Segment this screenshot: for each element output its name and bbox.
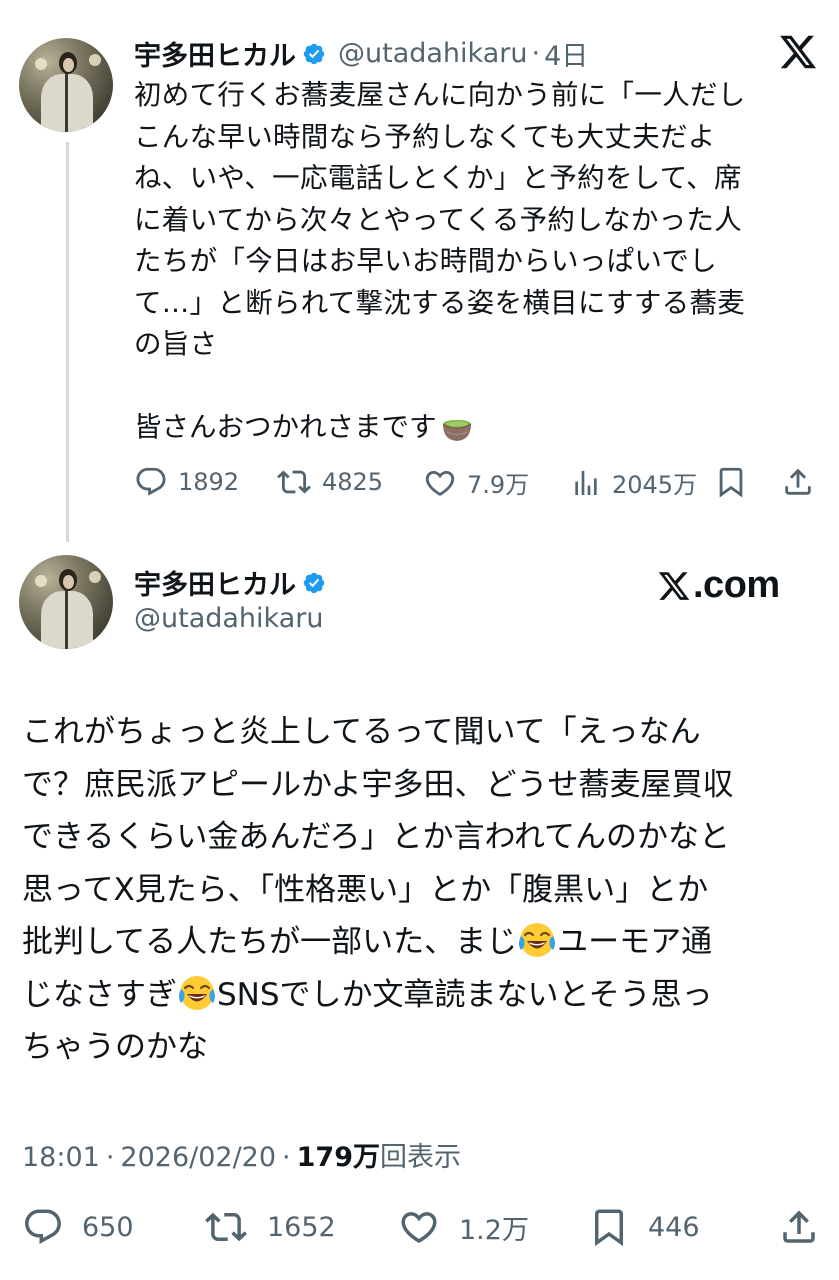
bookmark-icon <box>595 1209 623 1247</box>
share-button[interactable] <box>778 1206 820 1248</box>
display-name[interactable]: 宇多田ヒカル <box>134 563 296 602</box>
avatar[interactable] <box>19 555 113 649</box>
post-time[interactable]: 18:01 <box>22 1142 100 1173</box>
tweet-text-line: 皆さんおつかれさまです <box>134 407 475 449</box>
verified-badge-icon <box>303 43 325 64</box>
reply-count: 1892 <box>178 468 240 496</box>
share-icon <box>785 468 811 495</box>
reply-icon <box>25 1209 61 1244</box>
x-logo-icon <box>780 35 817 69</box>
laughing-crying-emoji-icon <box>179 975 215 1010</box>
timestamp[interactable]: 4日 <box>544 34 588 73</box>
verified-badge-icon <box>303 572 325 593</box>
reply-button[interactable]: 650 <box>22 1206 134 1248</box>
heart-icon <box>401 1212 437 1244</box>
reply-icon <box>136 467 166 496</box>
thread-connector-line <box>66 142 69 542</box>
display-name[interactable]: 宇多田ヒカル <box>134 34 296 73</box>
views-button[interactable]: 2045万 <box>570 465 697 500</box>
like-count: 7.9万 <box>467 471 530 499</box>
reply-button[interactable]: 1892 <box>134 465 239 499</box>
bookmark-icon <box>719 467 743 498</box>
x-com-logo: .com <box>657 564 780 607</box>
heart-icon <box>425 470 455 496</box>
separator-dot: · <box>531 38 541 69</box>
bookmark-button[interactable] <box>714 465 748 499</box>
repost-icon <box>277 470 311 494</box>
repost-count: 4825 <box>322 468 384 496</box>
like-button[interactable]: 1.2万 <box>397 1206 529 1248</box>
repost-count: 1652 <box>267 1211 336 1243</box>
separator-dot: · <box>105 1142 115 1173</box>
x-com-text: .com <box>693 564 780 606</box>
tweet-header: 宇多田ヒカル @utadahikaru · 4日 <box>134 34 588 73</box>
separator-dot: · <box>282 1142 291 1173</box>
tweet-text: これがちょっと炎上してるって聞いて「えっなん で？庶民派アピールかよ宇多田、どう… <box>22 706 822 1074</box>
avatar[interactable] <box>19 38 113 132</box>
handle[interactable]: @utadahikaru <box>134 603 323 634</box>
x-logo-icon <box>658 571 690 600</box>
post-date[interactable]: 2026/02/20 <box>120 1142 276 1173</box>
tea-icon <box>442 419 471 441</box>
bookmark-count: 446 <box>648 1211 700 1243</box>
views-label: 回表示 <box>380 1142 461 1173</box>
tweet-header: 宇多田ヒカル <box>134 563 326 602</box>
laughing-crying-emoji-icon <box>519 923 556 957</box>
views-count: 2045万 <box>612 471 698 499</box>
analytics-icon <box>575 470 597 495</box>
tweet-text: 初めて行くお蕎麦屋さんに向かう前に「一人だし こんな早い時間なら予約しなくても大… <box>134 79 746 360</box>
repost-button[interactable]: 1652 <box>203 1206 336 1248</box>
share-button[interactable] <box>781 465 815 499</box>
like-count: 1.2万 <box>459 1214 529 1246</box>
share-icon <box>783 1210 815 1243</box>
views-count: 179万 <box>296 1142 380 1173</box>
tweet-meta: 18:01 · 2026/02/20 · 179万 回表示 <box>22 1135 461 1174</box>
like-button[interactable]: 7.9万 <box>423 465 529 500</box>
repost-button[interactable]: 4825 <box>276 465 383 499</box>
repost-icon <box>205 1212 247 1242</box>
reply-count: 650 <box>82 1211 134 1243</box>
bookmark-button[interactable]: 446 <box>588 1206 700 1248</box>
greeting-text: 皆さんおつかれさまです <box>134 411 437 443</box>
handle[interactable]: @utadahikaru <box>338 38 527 69</box>
